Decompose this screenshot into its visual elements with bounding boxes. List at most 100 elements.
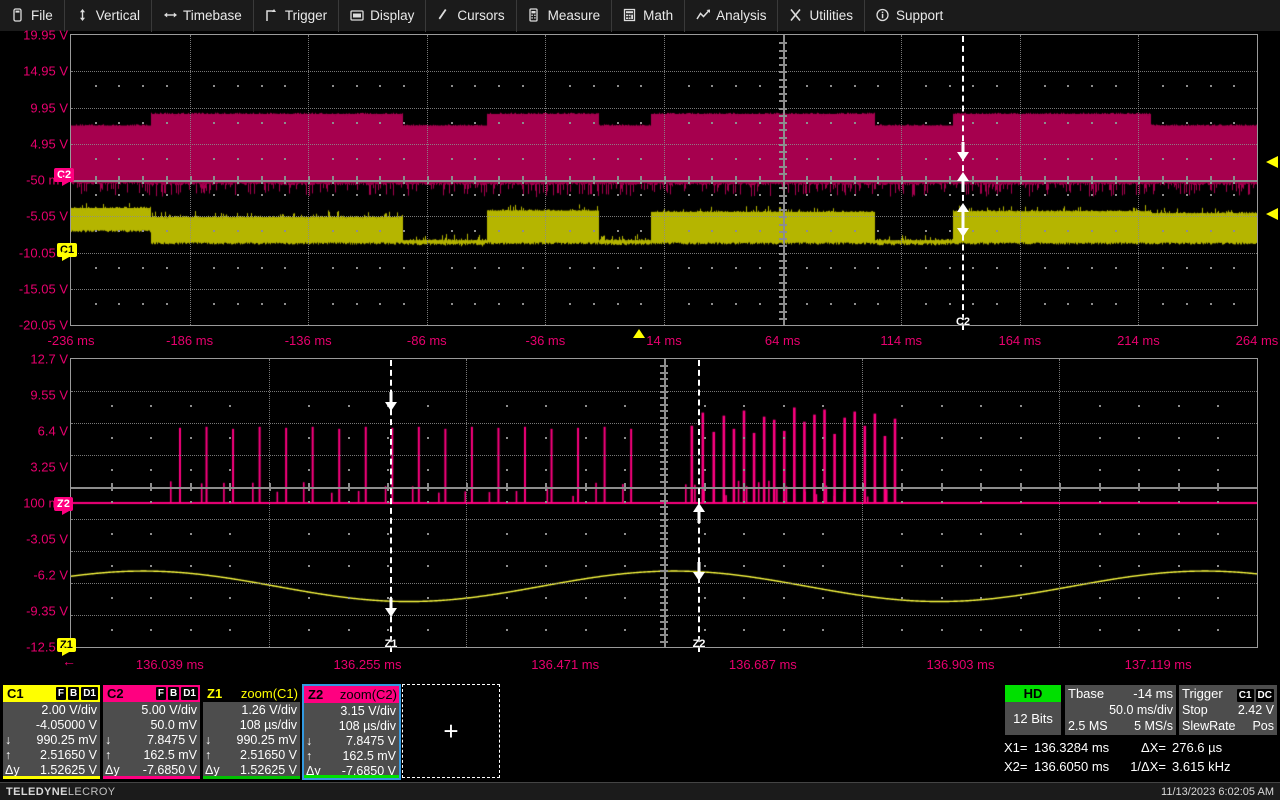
channel-descriptor-c2[interactable]: C2FBD15.00 V/div50.0 mV↓7.8475 V↑162.5 m… xyxy=(102,684,201,780)
menu-item-file[interactable]: File xyxy=(0,0,65,32)
grid-tick-dot xyxy=(1067,194,1069,196)
descriptor-header[interactable]: Z1zoom(C1) xyxy=(203,685,300,702)
waveform-grid-top[interactable] xyxy=(70,34,1258,326)
grid-tick-dot xyxy=(356,303,358,305)
menu-item-math[interactable]: Math xyxy=(612,0,685,32)
grid-tick-dot xyxy=(1044,122,1046,124)
acquisition-mode-block[interactable]: HD 12 Bits xyxy=(1004,684,1062,736)
menu-item-timebase[interactable]: Timebase xyxy=(152,0,254,32)
grid-tick-dot xyxy=(403,303,405,305)
grid-tick-dot xyxy=(972,230,974,232)
descriptor-badge-d1[interactable]: D1 xyxy=(81,687,98,700)
grid-tick-dot xyxy=(308,405,310,407)
channel-descriptor-c1[interactable]: C1FBD12.00 V/div-4.05000 V↓990.25 mV↑2.5… xyxy=(2,684,101,780)
grid-tick-dot xyxy=(972,85,974,87)
x-axis-label: -236 ms xyxy=(48,334,95,347)
center-axis-tick xyxy=(660,621,668,623)
descriptor-row: ↑2.51650 V xyxy=(205,748,297,763)
menu-item-analysis[interactable]: Analysis xyxy=(685,0,778,32)
channel-descriptor-z1[interactable]: Z1zoom(C1)1.26 V/div108 µs/div↓990.25 mV… xyxy=(202,684,301,780)
grid-tick-dot xyxy=(593,194,595,196)
grid-tick-dot xyxy=(498,85,500,87)
grid-tick-dot xyxy=(617,158,619,160)
menu-item-support[interactable]: Support xyxy=(865,0,954,32)
grid-tick-dot xyxy=(1217,437,1219,439)
descriptor-row: ↑162.5 mV xyxy=(306,749,396,764)
descriptor-badge-b[interactable]: B xyxy=(168,687,179,700)
grid-tick-dot xyxy=(522,158,524,160)
grid-tick-dot xyxy=(1099,437,1101,439)
grid-tick-dot xyxy=(261,194,263,196)
descriptor-badge-d1[interactable]: D1 xyxy=(181,687,198,700)
descriptor-header[interactable]: C1FBD1 xyxy=(3,685,100,702)
waveform-grid-bottom[interactable] xyxy=(70,358,1258,648)
grid-tick-dot xyxy=(1210,122,1212,124)
descriptor-row: 108 µs/div xyxy=(205,718,297,733)
grid-tick-dot xyxy=(284,158,286,160)
grid-tick-dot xyxy=(759,303,761,305)
timebase-block[interactable]: Tbase -14 ms 50.0 ms/div 2.5 MS 5 MS/s xyxy=(1064,684,1177,736)
grid-tick-dot xyxy=(95,267,97,269)
x-axis-label: 136.903 ms xyxy=(927,658,995,671)
grid-tick-dot xyxy=(498,194,500,196)
menu-item-measure[interactable]: Measure xyxy=(517,0,613,32)
grid-tick-dot xyxy=(284,122,286,124)
descriptor-row-key: ↓ xyxy=(205,733,221,748)
trigger-edge-icon xyxy=(265,8,280,23)
descriptor-row: ↓990.25 mV xyxy=(5,733,97,748)
menu-item-cursors[interactable]: Cursors xyxy=(426,0,516,32)
descriptor-badge-b[interactable]: B xyxy=(68,687,79,700)
grid-tick-dot xyxy=(427,629,429,631)
timestamp: 11/13/2023 6:02:05 AM xyxy=(1161,786,1274,798)
level-marker-c2[interactable] xyxy=(1266,156,1278,168)
channel-descriptor-z2[interactable]: Z2zoom(C2)3.15 V/div108 µs/div↓7.8475 V↑… xyxy=(302,684,401,780)
grid-tick-dot xyxy=(759,85,761,87)
x-axis-label: 136.255 ms xyxy=(334,658,402,671)
grid-tick-dot xyxy=(237,194,239,196)
grid-tick-dot xyxy=(348,405,350,407)
descriptor-header[interactable]: Z2zoom(C2) xyxy=(304,686,399,703)
center-axis-tick xyxy=(779,238,787,240)
center-axis-tick xyxy=(1044,176,1046,184)
center-axis-tick xyxy=(640,176,642,184)
x-axis-label: -36 ms xyxy=(526,334,566,347)
grid-tick-dot xyxy=(474,85,476,87)
grid-tick-dot xyxy=(822,469,824,471)
trigger-badge-dc[interactable]: DC xyxy=(1256,689,1274,702)
descriptor-header[interactable]: C2FBD1 xyxy=(103,685,200,702)
display-screen-icon xyxy=(350,8,365,23)
grid-tick-dot xyxy=(1162,194,1164,196)
grid-tick-dot xyxy=(111,405,113,407)
grid-tick-dot xyxy=(624,597,626,599)
descriptor-badge-f[interactable]: F xyxy=(156,687,166,700)
grid-tick-dot xyxy=(806,230,808,232)
y-axis-label: -20.05 V xyxy=(19,319,68,332)
grid-tick-dot xyxy=(704,469,706,471)
grid-tick-dot xyxy=(640,267,642,269)
grid-tick-dot xyxy=(1162,230,1164,232)
descriptor-badge-f[interactable]: F xyxy=(56,687,66,700)
add-trace-button[interactable]: + xyxy=(402,684,500,778)
level-marker-c1[interactable] xyxy=(1266,208,1278,220)
grid-tick-dot xyxy=(640,303,642,305)
center-axis-tick xyxy=(830,176,832,184)
grid-tick-dot xyxy=(474,230,476,232)
menu-item-trigger[interactable]: Trigger xyxy=(254,0,339,32)
menu-item-utilities[interactable]: Utilities xyxy=(778,0,865,32)
grid-tick-dot xyxy=(972,194,974,196)
center-axis-tick xyxy=(779,144,787,146)
grid-tick-dot xyxy=(522,267,524,269)
trigger-position-marker[interactable] xyxy=(633,329,645,338)
grid-tick-dot xyxy=(901,501,903,503)
trigger-badge-c1[interactable]: C1 xyxy=(1237,689,1254,702)
grid-tick-dot xyxy=(348,501,350,503)
grid-tick-dot xyxy=(387,469,389,471)
grid-tick-dot xyxy=(190,597,192,599)
grid-tick-dot xyxy=(830,303,832,305)
menu-item-vertical[interactable]: Vertical xyxy=(65,0,152,32)
center-axis-tick xyxy=(427,176,429,184)
trigger-block[interactable]: Trigger C1DC Stop 2.42 V SlewRate Pos xyxy=(1178,684,1278,736)
center-axis-tick xyxy=(660,634,668,636)
grid-tick-dot xyxy=(308,533,310,535)
menu-item-display[interactable]: Display xyxy=(339,0,426,32)
